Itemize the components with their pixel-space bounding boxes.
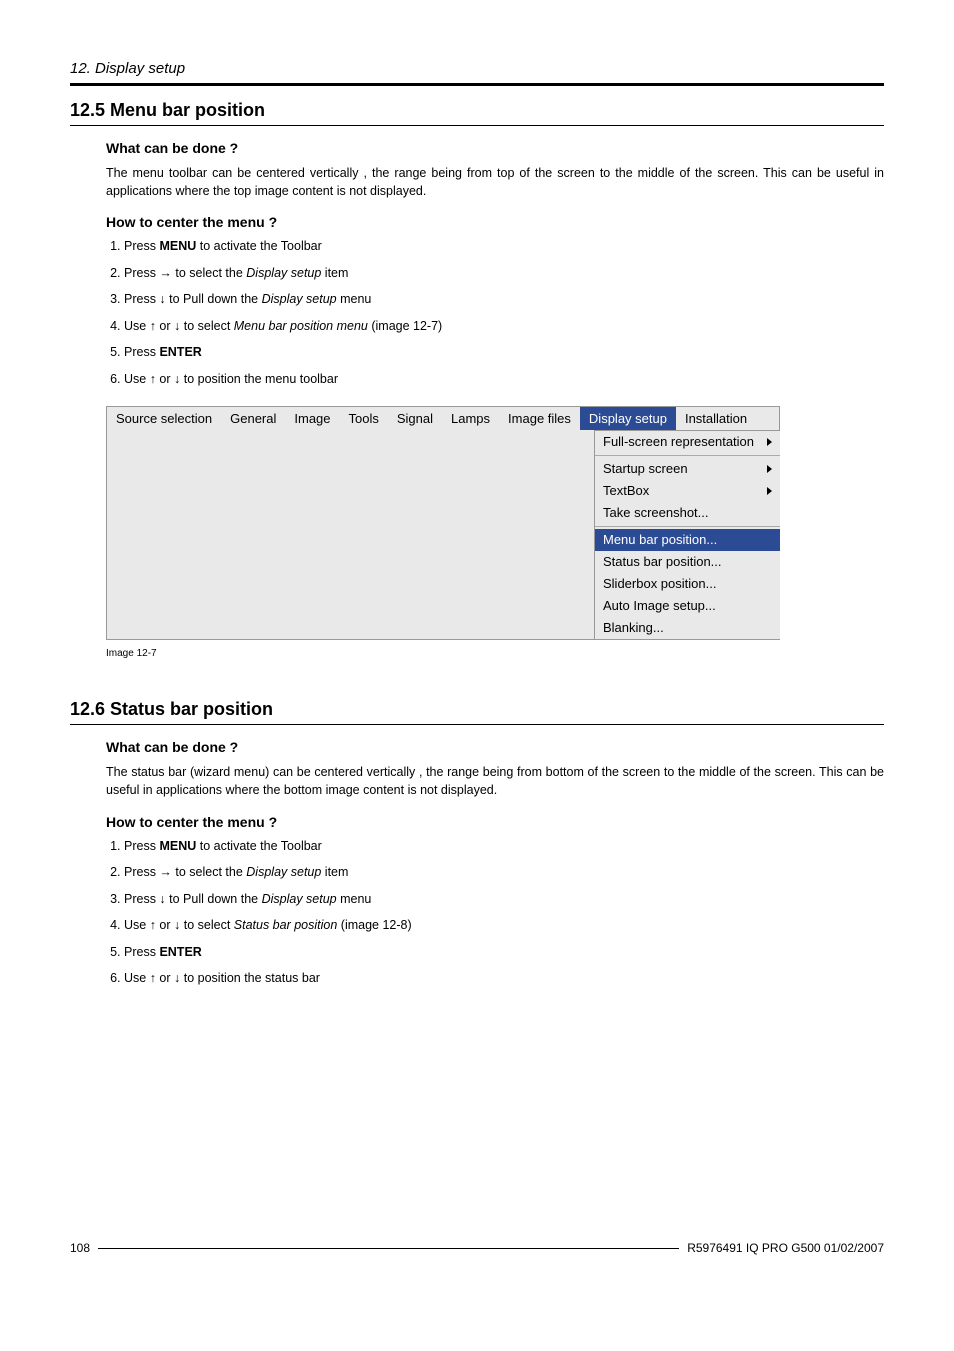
menu-bar-item[interactable]: Signal [388, 407, 442, 430]
dropdown-item[interactable]: Full-screen representation [595, 431, 780, 456]
step-item: Use ↑ or ↓ to position the status bar [124, 970, 884, 988]
section-12-5: 12.5 Menu bar position What can be done … [70, 100, 884, 659]
menu-bar-item[interactable]: Image files [499, 407, 580, 430]
page-number: 108 [70, 1241, 90, 1255]
how-to-center-heading: How to center the menu ? [106, 214, 884, 230]
step-item: Press ↓ to Pull down the Display setup m… [124, 291, 884, 309]
dropdown-item[interactable]: Menu bar position... [595, 529, 780, 551]
dropdown-item-label: Sliderbox position... [603, 576, 716, 591]
chapter-rule [70, 83, 884, 86]
step-item: Use ↑ or ↓ to select Status bar position… [124, 917, 884, 935]
steps-list: Press MENU to activate the Toolbar Press … [124, 838, 884, 988]
step-item: Use ↑ or ↓ to position the menu toolbar [124, 371, 884, 389]
footer-rule [98, 1248, 679, 1249]
dropdown-item-label: Auto Image setup... [603, 598, 716, 613]
dropdown-item[interactable]: Startup screen [595, 458, 780, 480]
dropdown-item-label: Blanking... [603, 620, 664, 635]
what-can-be-done-text: The status bar (wizard menu) can be cent… [106, 763, 884, 799]
step-item: Press MENU to activate the Toolbar [124, 238, 884, 256]
menu-bar-item[interactable]: Tools [340, 407, 388, 430]
display-setup-dropdown: Full-screen representation Startup screen… [594, 430, 780, 639]
section-rule [70, 125, 884, 126]
dropdown-item[interactable]: Take screenshot... [595, 502, 780, 527]
page-footer: 108 R5976491 IQ PRO G500 01/02/2007 [70, 1241, 884, 1255]
section-title: 12.6 Status bar position [70, 699, 884, 720]
dropdown-item-label: Take screenshot... [603, 505, 709, 520]
menu-bar-item[interactable]: Lamps [442, 407, 499, 430]
dropdown-item-label: TextBox [603, 483, 649, 498]
dropdown-item[interactable]: Status bar position... [595, 551, 780, 573]
section-title: 12.5 Menu bar position [70, 100, 884, 121]
how-to-center-heading: How to center the menu ? [106, 814, 884, 830]
step-item: Press → to select the Display setup item [124, 864, 884, 882]
section-content: What can be done ? The status bar (wizar… [106, 739, 884, 987]
step-item: Press → to select the Display setup item [124, 265, 884, 283]
menu-bar-item[interactable]: General [221, 407, 285, 430]
dropdown-item-label: Status bar position... [603, 554, 722, 569]
image-caption: Image 12-7 [106, 648, 884, 659]
section-12-6: 12.6 Status bar position What can be don… [70, 699, 884, 987]
dropdown-item[interactable]: Sliderbox position... [595, 573, 780, 595]
what-can-be-done-heading: What can be done ? [106, 140, 884, 156]
step-item: Press ↓ to Pull down the Display setup m… [124, 891, 884, 909]
menu-bar-item[interactable]: Image [285, 407, 339, 430]
doc-id: R5976491 IQ PRO G500 01/02/2007 [687, 1241, 884, 1255]
dropdown-item-label: Menu bar position... [603, 532, 717, 547]
submenu-arrow-icon [767, 465, 772, 473]
dropdown-item[interactable]: Blanking... [595, 617, 780, 639]
menu-screenshot: Source selectionGeneralImageToolsSignalL… [106, 406, 780, 640]
section-content: What can be done ? The menu toolbar can … [106, 140, 884, 659]
menu-bar-item[interactable]: Display setup [580, 407, 676, 430]
dropdown-item-label: Full-screen representation [603, 434, 754, 449]
chapter-header: 12. Display setup [70, 60, 884, 77]
steps-list: Press MENU to activate the Toolbar Press … [124, 238, 884, 388]
section-rule [70, 724, 884, 725]
what-can-be-done-text: The menu toolbar can be centered vertica… [106, 164, 884, 200]
dropdown-item[interactable]: TextBox [595, 480, 780, 502]
menu-bar: Source selectionGeneralImageToolsSignalL… [107, 407, 779, 430]
submenu-arrow-icon [767, 438, 772, 446]
dropdown-item-label: Startup screen [603, 461, 688, 476]
menu-bar-item[interactable]: Source selection [107, 407, 221, 430]
step-item: Press ENTER [124, 944, 884, 962]
menu-bar-item[interactable]: Installation [676, 407, 756, 430]
what-can-be-done-heading: What can be done ? [106, 739, 884, 755]
step-item: Press MENU to activate the Toolbar [124, 838, 884, 856]
step-item: Use ↑ or ↓ to select Menu bar position m… [124, 318, 884, 336]
submenu-arrow-icon [767, 487, 772, 495]
step-item: Press ENTER [124, 344, 884, 362]
dropdown-item[interactable]: Auto Image setup... [595, 595, 780, 617]
